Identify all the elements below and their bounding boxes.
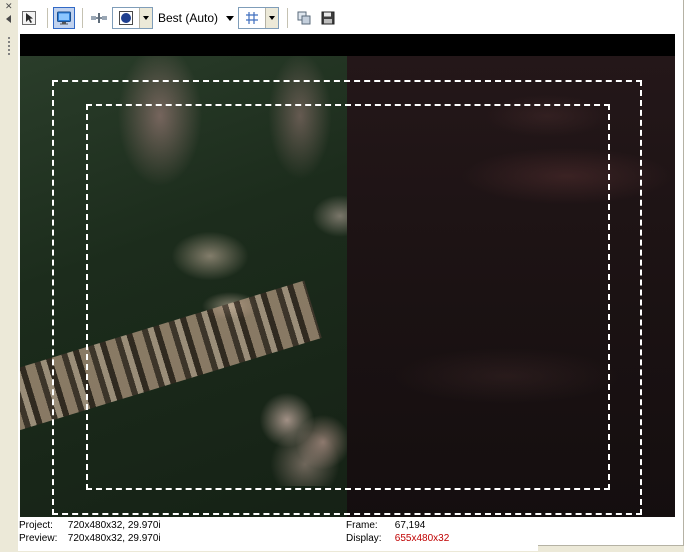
grip-icon[interactable] [7,36,11,56]
video-preview-window: ✕ Best (Auto) Project: 720x480x32, 29.97… [0,0,684,552]
grid-split-button[interactable] [238,7,280,29]
frame-info: Frame: 67,194 Display: 655x480x32 [346,519,449,545]
external-monitor-icon [57,11,71,25]
copy-snapshot-button[interactable] [293,7,315,29]
save-snapshot-icon [321,11,335,25]
split-screen-view-button[interactable] [88,7,110,29]
project-label: Project: [19,520,53,531]
frame-label: Frame: [346,520,378,531]
grid-dropdown[interactable] [266,8,279,28]
select-arrow-icon [22,11,36,25]
save-snapshot-button[interactable] [317,7,339,29]
grid-button[interactable] [239,8,267,28]
external-monitor-button[interactable] [53,7,75,29]
split-screen-icon [91,13,107,23]
chevron-down-icon [269,16,276,20]
overlays-split-button[interactable] [112,7,153,29]
overlays-dropdown[interactable] [140,8,152,28]
preview-value: 720x480x32, 29.970i [67,533,161,544]
grid-icon [246,12,259,24]
preview-label: Preview: [19,533,58,544]
overlays-icon [119,11,133,25]
display-label: Display: [346,533,382,544]
select-tool-button[interactable] [18,7,40,29]
overlays-button[interactable] [113,8,140,28]
display-value: 655x480x32 [394,533,450,544]
safe-title-area-overlay [86,104,610,490]
quality-dropdown-chevron-icon[interactable] [226,15,235,21]
project-value: 720x480x32, 29.970i [67,520,161,531]
copy-snapshot-icon [297,11,311,25]
preview-toolbar: Best (Auto) [18,3,680,33]
project-info: Project: 720x480x32, 29.970i Preview: 72… [19,519,161,545]
toolbar-separator [82,8,83,28]
dock-rail: ✕ [0,0,18,551]
video-frame [20,56,675,517]
toolbar-separator [287,8,289,28]
collapse-arrow-icon[interactable] [6,15,11,23]
chevron-down-icon [143,16,149,20]
frame-value: 67,194 [394,520,426,531]
toolbar-separator [47,8,48,28]
close-icon[interactable]: ✕ [5,3,13,12]
preview-quality-label[interactable]: Best (Auto) [158,11,218,25]
video-preview-area[interactable] [20,34,675,517]
